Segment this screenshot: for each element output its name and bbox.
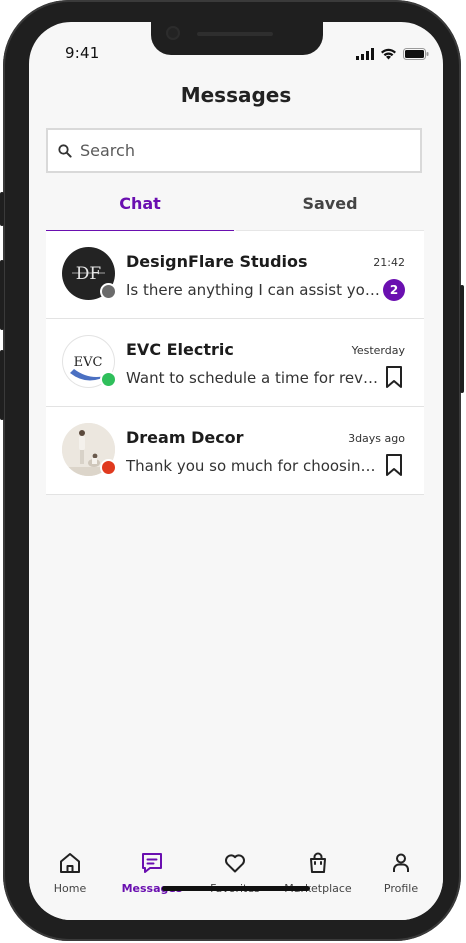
conversation-list: DF DesignFlare Studios 21:42 Is there an…	[46, 231, 424, 495]
tab-bar: Chat Saved	[46, 194, 426, 232]
message-time: Yesterday	[351, 344, 405, 357]
home-indicator	[162, 886, 310, 891]
status-time: 9:41	[65, 44, 100, 62]
screen: 9:41 Messages Search Chat Saved DF Desig…	[29, 22, 443, 920]
nav-label: Home	[53, 882, 87, 895]
shopping-bag-icon	[277, 850, 359, 876]
avatar	[62, 423, 117, 476]
conversation-row-designflare[interactable]: DF DesignFlare Studios 21:42 Is there an…	[46, 231, 424, 319]
avatar: EVC	[62, 335, 117, 388]
conversation-row-dream-decor[interactable]: Dream Decor 3days ago Thank you so much …	[46, 407, 424, 495]
volume-up-button	[0, 260, 4, 330]
camera	[166, 26, 180, 40]
search-bar[interactable]	[46, 128, 422, 173]
search-icon	[58, 143, 72, 158]
nav-home[interactable]: Home	[29, 850, 111, 895]
message-preview: Thank you so much for choosing us!	[126, 457, 380, 475]
silent-switch	[0, 192, 4, 226]
message-preview: Want to schedule a time for review?	[126, 369, 380, 387]
cellular-signal-icon	[356, 45, 374, 64]
presence-dot	[100, 371, 117, 388]
home-icon	[29, 850, 111, 876]
bookmark-icon[interactable]	[384, 453, 404, 477]
avatar-logo-text: DF	[76, 264, 102, 284]
bottom-nav: Home Messages Favorites	[29, 842, 443, 920]
tab-chat[interactable]: Chat	[46, 194, 234, 232]
presence-dot	[100, 283, 117, 300]
search-input[interactable]	[78, 140, 382, 161]
presence-dot	[100, 459, 117, 476]
battery-icon	[403, 45, 429, 64]
message-icon	[111, 850, 193, 876]
notch	[151, 22, 323, 55]
speaker	[197, 32, 273, 36]
conversation-row-evc-electric[interactable]: EVC EVC Electric Yesterday Want to sched…	[46, 319, 424, 407]
power-button	[460, 285, 464, 393]
volume-down-button	[0, 350, 4, 420]
nav-label: Profile	[383, 882, 419, 895]
contact-name: EVC Electric	[126, 340, 234, 359]
person-icon	[360, 850, 442, 876]
bookmark-icon[interactable]	[384, 365, 404, 389]
heart-icon	[194, 850, 276, 876]
avatar: DF	[62, 247, 117, 300]
message-preview: Is there anything I can assist you with?	[126, 281, 380, 299]
phone-frame: 9:41 Messages Search Chat Saved DF Desig…	[0, 0, 464, 941]
status-icons	[356, 45, 429, 64]
avatar-logo-text: EVC	[74, 355, 103, 370]
contact-name: DesignFlare Studios	[126, 252, 308, 271]
nav-profile[interactable]: Profile	[360, 850, 442, 895]
tab-saved[interactable]: Saved	[236, 194, 424, 231]
unread-count-badge: 2	[383, 279, 405, 301]
contact-name: Dream Decor	[126, 428, 244, 447]
page-title: Messages	[180, 83, 292, 107]
wifi-icon	[380, 45, 397, 64]
message-time: 21:42	[373, 256, 405, 269]
message-time: 3days ago	[348, 432, 405, 445]
